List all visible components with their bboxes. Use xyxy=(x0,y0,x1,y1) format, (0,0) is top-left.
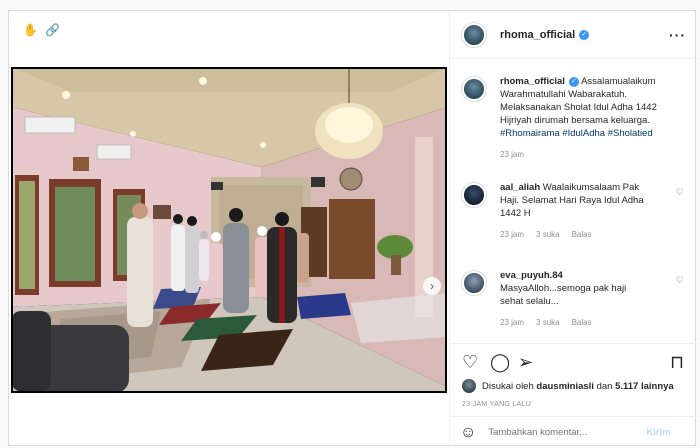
next-image-button[interactable]: › xyxy=(423,277,441,295)
comment-text: MasyaAlloh...semoga pak haji xyxy=(500,283,627,294)
verified-badge-icon: ✓ xyxy=(568,77,579,87)
action-buttons: ♡ ◯ ➢ ⊓ xyxy=(462,352,686,374)
comment-text: sehat selalu... xyxy=(500,296,559,307)
caption-line: Melaksanakan Sholat Idul Adha 1442 xyxy=(500,102,657,113)
comment-meta: 23 jam 3 suka Balas xyxy=(500,228,672,241)
comment-item: eva_puyuh.84 MasyaAlloh...semoga pak haj… xyxy=(462,269,672,329)
more-options-icon[interactable]: ··· xyxy=(669,27,686,43)
comment-likes[interactable]: 3 suka xyxy=(536,228,560,241)
post-actions: ♡ ◯ ➢ ⊓ Disukai oleh dausminiasli dan 5.… xyxy=(450,343,698,447)
post-photo[interactable]: › xyxy=(11,67,447,393)
link-icon[interactable]: 🔗 xyxy=(45,23,60,37)
comment-body: aal_aliah Waalaikumsalaam Pak Haji. Sela… xyxy=(500,181,672,241)
verified-badge-icon: ✓ xyxy=(579,29,590,40)
comment-username[interactable]: aal_aliah xyxy=(500,182,540,193)
share-icon[interactable]: ➢ xyxy=(518,352,533,372)
hand-icon[interactable]: ✋ xyxy=(23,23,38,37)
caption-line: Warahmatullahi Wabarakatuh. xyxy=(500,89,628,100)
reply-button[interactable]: Balas xyxy=(572,316,592,329)
post-comment-button[interactable]: Kirim xyxy=(646,427,670,438)
commenter-avatar[interactable] xyxy=(462,271,486,295)
likes-count[interactable]: 5.117 lainnya xyxy=(615,381,674,392)
post-photo-image xyxy=(11,67,447,393)
caption-username[interactable]: rhoma_official xyxy=(500,76,565,87)
comment-username[interactable]: eva_puyuh.84 xyxy=(500,270,563,281)
caption-line: Hijriyah dirumah bersama keluarga. xyxy=(500,115,650,126)
caption: rhoma_official ✓ Assalamualaikum Warahmat… xyxy=(462,75,672,161)
likes-prefix: Disukai oleh xyxy=(482,380,534,392)
post-timestamp[interactable]: 23 JAM YANG LALU xyxy=(462,401,531,408)
likes-joiner: dan xyxy=(596,380,613,392)
comment-like-heart-icon[interactable]: ♡ xyxy=(676,187,684,198)
caption-time[interactable]: 23 jam xyxy=(500,148,524,161)
comment-bar: ☺ Kirim xyxy=(450,416,698,448)
post-card: ✋ 🔗 › rhoma_official ✓ ··· rhoma_officia… xyxy=(8,10,698,447)
reply-button[interactable]: Balas xyxy=(572,228,592,241)
liker-avatar[interactable] xyxy=(462,379,476,393)
comment-text: Haji. Selamat Hari Raya Idul Adha xyxy=(500,195,644,206)
comment-item: aal_aliah Waalaikumsalaam Pak Haji. Sela… xyxy=(462,181,672,241)
liker-username[interactable]: dausminiasli xyxy=(536,381,594,392)
toolbar-icons: ✋ 🔗 xyxy=(23,23,60,37)
post-header: rhoma_official ✓ ··· xyxy=(450,11,698,59)
comment-body: eva_puyuh.84 MasyaAlloh...semoga pak haj… xyxy=(500,269,672,329)
commenter-avatar[interactable] xyxy=(462,183,486,207)
likes-summary: Disukai oleh dausminiasli dan 5.117 lain… xyxy=(462,379,674,393)
caption-line: Assalamualaikum xyxy=(581,76,656,87)
bookmark-icon[interactable]: ⊓ xyxy=(670,352,684,372)
comments-list: rhoma_official ✓ Assalamualaikum Warahmat… xyxy=(450,59,698,343)
comment-text: 1442 H xyxy=(500,208,531,219)
emoji-icon[interactable]: ☺ xyxy=(460,424,476,442)
comment-time[interactable]: 23 jam xyxy=(500,228,524,241)
comment-time[interactable]: 23 jam xyxy=(500,316,524,329)
heart-icon[interactable]: ♡ xyxy=(462,352,478,372)
comment-likes[interactable]: 3 suka xyxy=(536,316,560,329)
caption-avatar[interactable] xyxy=(462,77,486,101)
caption-hashtags[interactable]: #Rhomairama #IdulAdha #Sholatied xyxy=(500,128,653,139)
comment-like-heart-icon[interactable]: ♡ xyxy=(676,275,684,286)
comment-meta: 23 jam 3 suka Balas xyxy=(500,316,672,329)
comment-text: Waalaikumsalaam Pak xyxy=(542,182,640,193)
top-strip xyxy=(0,0,700,8)
caption-meta: 23 jam xyxy=(500,148,672,161)
post-sidebar: rhoma_official ✓ ··· rhoma_official ✓ Ass… xyxy=(449,11,698,447)
comment-input[interactable] xyxy=(488,427,647,438)
author-username[interactable]: rhoma_official xyxy=(500,29,575,41)
comment-icon[interactable]: ◯ xyxy=(490,352,510,372)
author-avatar[interactable] xyxy=(462,22,486,47)
caption-body: rhoma_official ✓ Assalamualaikum Warahmat… xyxy=(500,75,672,161)
